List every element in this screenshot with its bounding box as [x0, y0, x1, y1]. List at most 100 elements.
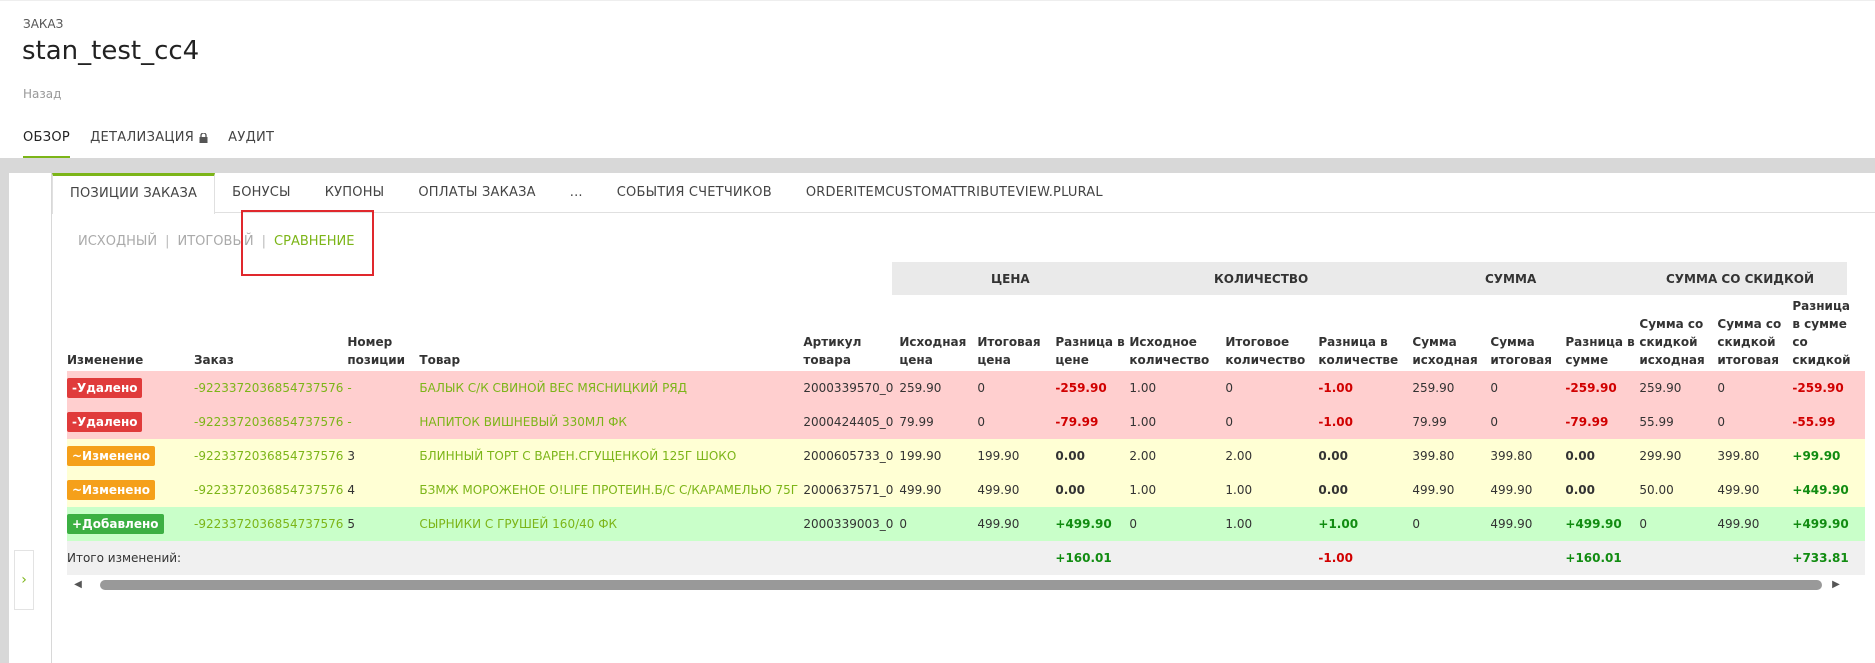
- status-badge: ~Изменено: [67, 446, 155, 466]
- product-link-value: БАЛЫК С/К СВИНОЙ ВЕС МЯСНИЦКИЙ РЯД: [419, 381, 688, 395]
- sum-discount-final: 0: [1717, 405, 1793, 439]
- expand-panel-toggle[interactable]: ›: [14, 550, 34, 610]
- sku-cell: 2000339570_0: [803, 371, 900, 405]
- column-header: Сумма со скидкой исходная: [1639, 317, 1705, 367]
- tab-label: ОБЗОР: [23, 130, 71, 145]
- order-link[interactable]: -9223372036854737576: [194, 405, 348, 439]
- order-link-value: -9223372036854737576: [194, 517, 344, 531]
- main-tabs: ОБЗОР ДЕТАЛИЗАЦИЯ АУДИТ: [23, 129, 274, 159]
- back-link[interactable]: Назад: [23, 87, 61, 101]
- sum-diff-value: +499.90: [1565, 517, 1622, 531]
- page-header: ЗАКАЗ stan_test_cc4 Назад ОБЗОР ДЕТАЛИЗА…: [0, 0, 1875, 160]
- view-original[interactable]: ИСХОДНЫЙ: [78, 234, 157, 249]
- sum-discount-original-value: 259.90: [1639, 381, 1682, 395]
- tab-audit[interactable]: АУДИТ: [228, 129, 274, 159]
- sum-original-value: 399.80: [1412, 449, 1455, 463]
- column-header: Номер позиции: [347, 335, 406, 367]
- sum-discount-original-value: 0: [1639, 517, 1648, 531]
- total-sum-diff: +160.01: [1565, 541, 1640, 575]
- tab-details[interactable]: ДЕТАЛИЗАЦИЯ: [90, 129, 208, 159]
- change-cell: ~Изменено: [67, 439, 194, 473]
- sum-original: 79.99: [1412, 405, 1491, 439]
- sum-discount-final: 499.90: [1717, 473, 1793, 507]
- order-link[interactable]: -9223372036854737576: [194, 473, 348, 507]
- sum-original: 259.90: [1412, 371, 1491, 405]
- price-original: 259.90: [899, 371, 978, 405]
- status-badge: ~Изменено: [67, 480, 155, 500]
- price-diff: 0.00: [1055, 439, 1130, 473]
- tab-overview[interactable]: ОБЗОР: [23, 129, 71, 159]
- price-final-value: 0: [977, 381, 986, 395]
- sum-discount-original-value: 299.90: [1639, 449, 1682, 463]
- sum-discount-final: 499.90: [1717, 507, 1793, 541]
- status-badge: +Добавлено: [67, 514, 164, 534]
- change-cell: -Удалено: [67, 371, 194, 405]
- price-original-value: 199.90: [899, 449, 942, 463]
- sum-discount-diff-value: +99.90: [1792, 449, 1841, 463]
- breadcrumb: ЗАКАЗ: [23, 17, 64, 31]
- sku-cell-value: 2000339570_0: [803, 381, 894, 395]
- sub-tab[interactable]: СОБЫТИЯ СЧЕТЧИКОВ: [600, 173, 789, 213]
- total-qty-diff: -1.00: [1318, 541, 1413, 575]
- scroll-right-icon[interactable]: ▶: [1830, 577, 1842, 593]
- sub-tab[interactable]: ОПЛАТЫ ЗАКАЗА: [401, 173, 552, 213]
- sum-discount-diff: +449.90: [1792, 473, 1866, 507]
- sum-final-value: 499.90: [1490, 517, 1533, 531]
- qty-final: 1.00: [1225, 473, 1319, 507]
- product-link[interactable]: БАЛЫК С/К СВИНОЙ ВЕС МЯСНИЦКИЙ РЯД: [419, 371, 804, 405]
- sum-discount-final-value: 399.80: [1717, 449, 1760, 463]
- price-original-value: 0: [899, 517, 908, 531]
- sub-tab[interactable]: КУПОНЫ: [308, 173, 402, 213]
- qty-final: 1.00: [1225, 507, 1319, 541]
- column-header: Товар: [419, 353, 461, 367]
- horizontal-scrollbar[interactable]: ◀ ▶: [72, 577, 1842, 593]
- sum-diff: +499.90: [1565, 507, 1640, 541]
- column-header: Изменение: [67, 353, 144, 367]
- sub-tab[interactable]: БОНУСЫ: [215, 173, 308, 213]
- sum-discount-original-value: 55.99: [1639, 415, 1674, 429]
- product-link[interactable]: СЫРНИКИ С ГРУШЕЙ 160/40 ФК: [419, 507, 804, 541]
- sku-cell: 2000605733_0: [803, 439, 900, 473]
- scroll-left-icon[interactable]: ◀: [72, 577, 84, 593]
- order-link[interactable]: -9223372036854737576: [194, 439, 348, 473]
- order-link[interactable]: -9223372036854737576: [194, 371, 348, 405]
- group-sum-discount: СУММА СО СКИДКОЙ: [1666, 272, 1814, 286]
- column-header: Артикул товара: [803, 335, 862, 367]
- column-header: Итоговое количество: [1225, 335, 1306, 367]
- sub-tab[interactable]: ПОЗИЦИИ ЗАКАЗА: [52, 173, 216, 214]
- product-link[interactable]: НАПИТОК ВИШНЕВЫЙ 330МЛ ФК: [419, 405, 804, 439]
- column-header: Разница в цене: [1055, 335, 1125, 367]
- sum-original-value: 499.90: [1412, 483, 1455, 497]
- sum-final: 399.80: [1490, 439, 1566, 473]
- product-link[interactable]: БЗМЖ МОРОЖЕНОЕ O!LIFE ПРОТЕИН.Б/С С/КАРА…: [419, 473, 804, 507]
- order-link-value: -9223372036854737576: [194, 381, 344, 395]
- price-original: 199.90: [899, 439, 978, 473]
- sub-tab[interactable]: ORDERITEMCUSTOMATTRIBUTEVIEW.PLURAL: [789, 173, 1120, 213]
- order-link[interactable]: -9223372036854737576: [194, 507, 348, 541]
- position-cell: 3: [347, 439, 420, 473]
- sum-discount-original: 259.90: [1639, 371, 1718, 405]
- total-price-diff: +160.01: [1055, 541, 1130, 575]
- table-row: +Добавлено -9223372036854737576 5 СЫРНИКИ С…: [67, 507, 1866, 541]
- sum-diff: 0.00: [1565, 473, 1640, 507]
- price-diff-value: -79.99: [1055, 415, 1099, 429]
- qty-diff-value: +1.00: [1318, 517, 1359, 531]
- status-badge: -Удалено: [67, 378, 143, 398]
- order-link-value: -9223372036854737576: [194, 483, 344, 497]
- column-header: Заказ: [194, 353, 234, 367]
- sum-original-value: 259.90: [1412, 381, 1455, 395]
- column-header: Исходное количество: [1129, 335, 1210, 367]
- product-link[interactable]: БЛИННЫЙ ТОРТ С ВАРЕН.СГУЩЕНКОЙ 125Г ШОКО: [419, 439, 804, 473]
- scrollbar-thumb[interactable]: [100, 580, 1822, 590]
- position-cell: -: [347, 371, 420, 405]
- column-header: Сумма итоговая: [1490, 335, 1552, 367]
- highlight-annotation: [241, 210, 374, 276]
- column-header: Разница в сумме: [1565, 335, 1635, 367]
- qty-diff: 0.00: [1318, 439, 1413, 473]
- position-cell: -: [347, 405, 420, 439]
- sub-tab[interactable]: ...: [553, 173, 600, 213]
- product-link-value: СЫРНИКИ С ГРУШЕЙ 160/40 ФК: [419, 517, 618, 531]
- order-link-value: -9223372036854737576: [194, 415, 344, 429]
- sku-cell: 2000424405_0: [803, 405, 900, 439]
- sum-final: 499.90: [1490, 507, 1566, 541]
